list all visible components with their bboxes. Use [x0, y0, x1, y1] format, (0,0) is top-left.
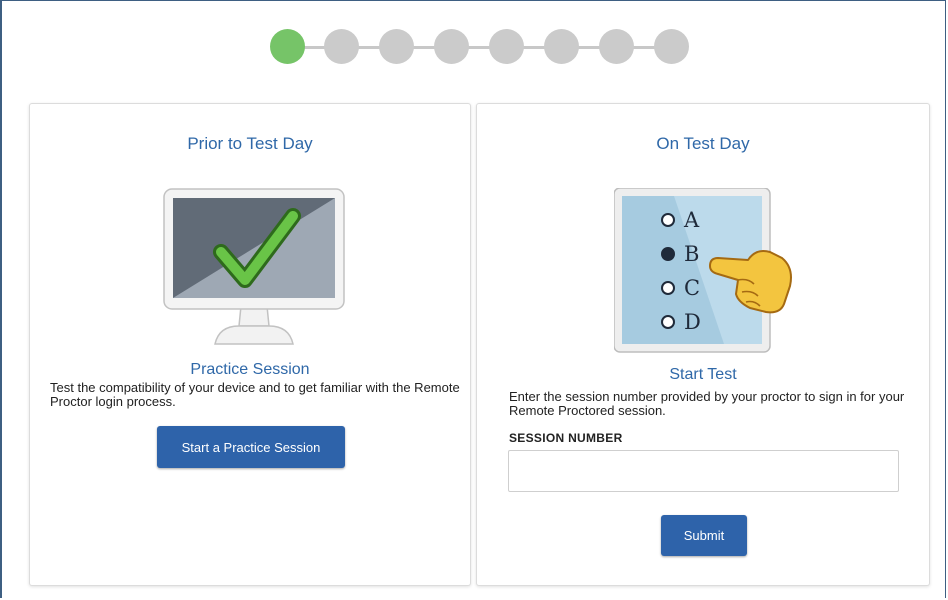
- session-number-input[interactable]: [508, 450, 899, 492]
- prior-to-test-day-title: Prior to Test Day: [187, 134, 313, 153]
- session-number-label: SESSION NUMBER: [509, 431, 623, 445]
- practice-session-title: Practice Session: [190, 361, 310, 378]
- app-frame: Prior to Test Day Practice Session Test …: [0, 0, 946, 598]
- on-test-day-title: On Test Day: [656, 134, 750, 153]
- on-test-day-card: On Test Day A B C D Start Test Enter the…: [476, 103, 930, 586]
- step-5-dot: [489, 29, 524, 64]
- monitor-checkmark-icon: [163, 188, 345, 345]
- choice-b-text: B: [684, 242, 699, 266]
- start-test-title: Start Test: [669, 366, 737, 383]
- practice-session-description: Test the compatibility of your device an…: [50, 380, 460, 409]
- choice-a-text: A: [683, 208, 700, 232]
- step-4-dot: [434, 29, 469, 64]
- prior-to-test-day-card: Prior to Test Day Practice Session Test …: [29, 103, 471, 586]
- step-2-dot: [324, 29, 359, 64]
- start-practice-session-button[interactable]: Start a Practice Session: [157, 426, 345, 468]
- start-test-description: Enter the session number provided by you…: [509, 389, 905, 418]
- choice-c-text: C: [684, 276, 700, 300]
- step-6-dot: [544, 29, 579, 64]
- tablet-multiple-choice-icon: A B C D: [614, 188, 792, 353]
- step-1-dot: [270, 29, 305, 64]
- step-7-dot: [599, 29, 634, 64]
- submit-button[interactable]: Submit: [661, 515, 747, 556]
- step-3-dot: [379, 29, 414, 64]
- progress-stepper: [270, 29, 690, 65]
- choice-d-text: D: [684, 310, 701, 334]
- step-8-dot: [654, 29, 689, 64]
